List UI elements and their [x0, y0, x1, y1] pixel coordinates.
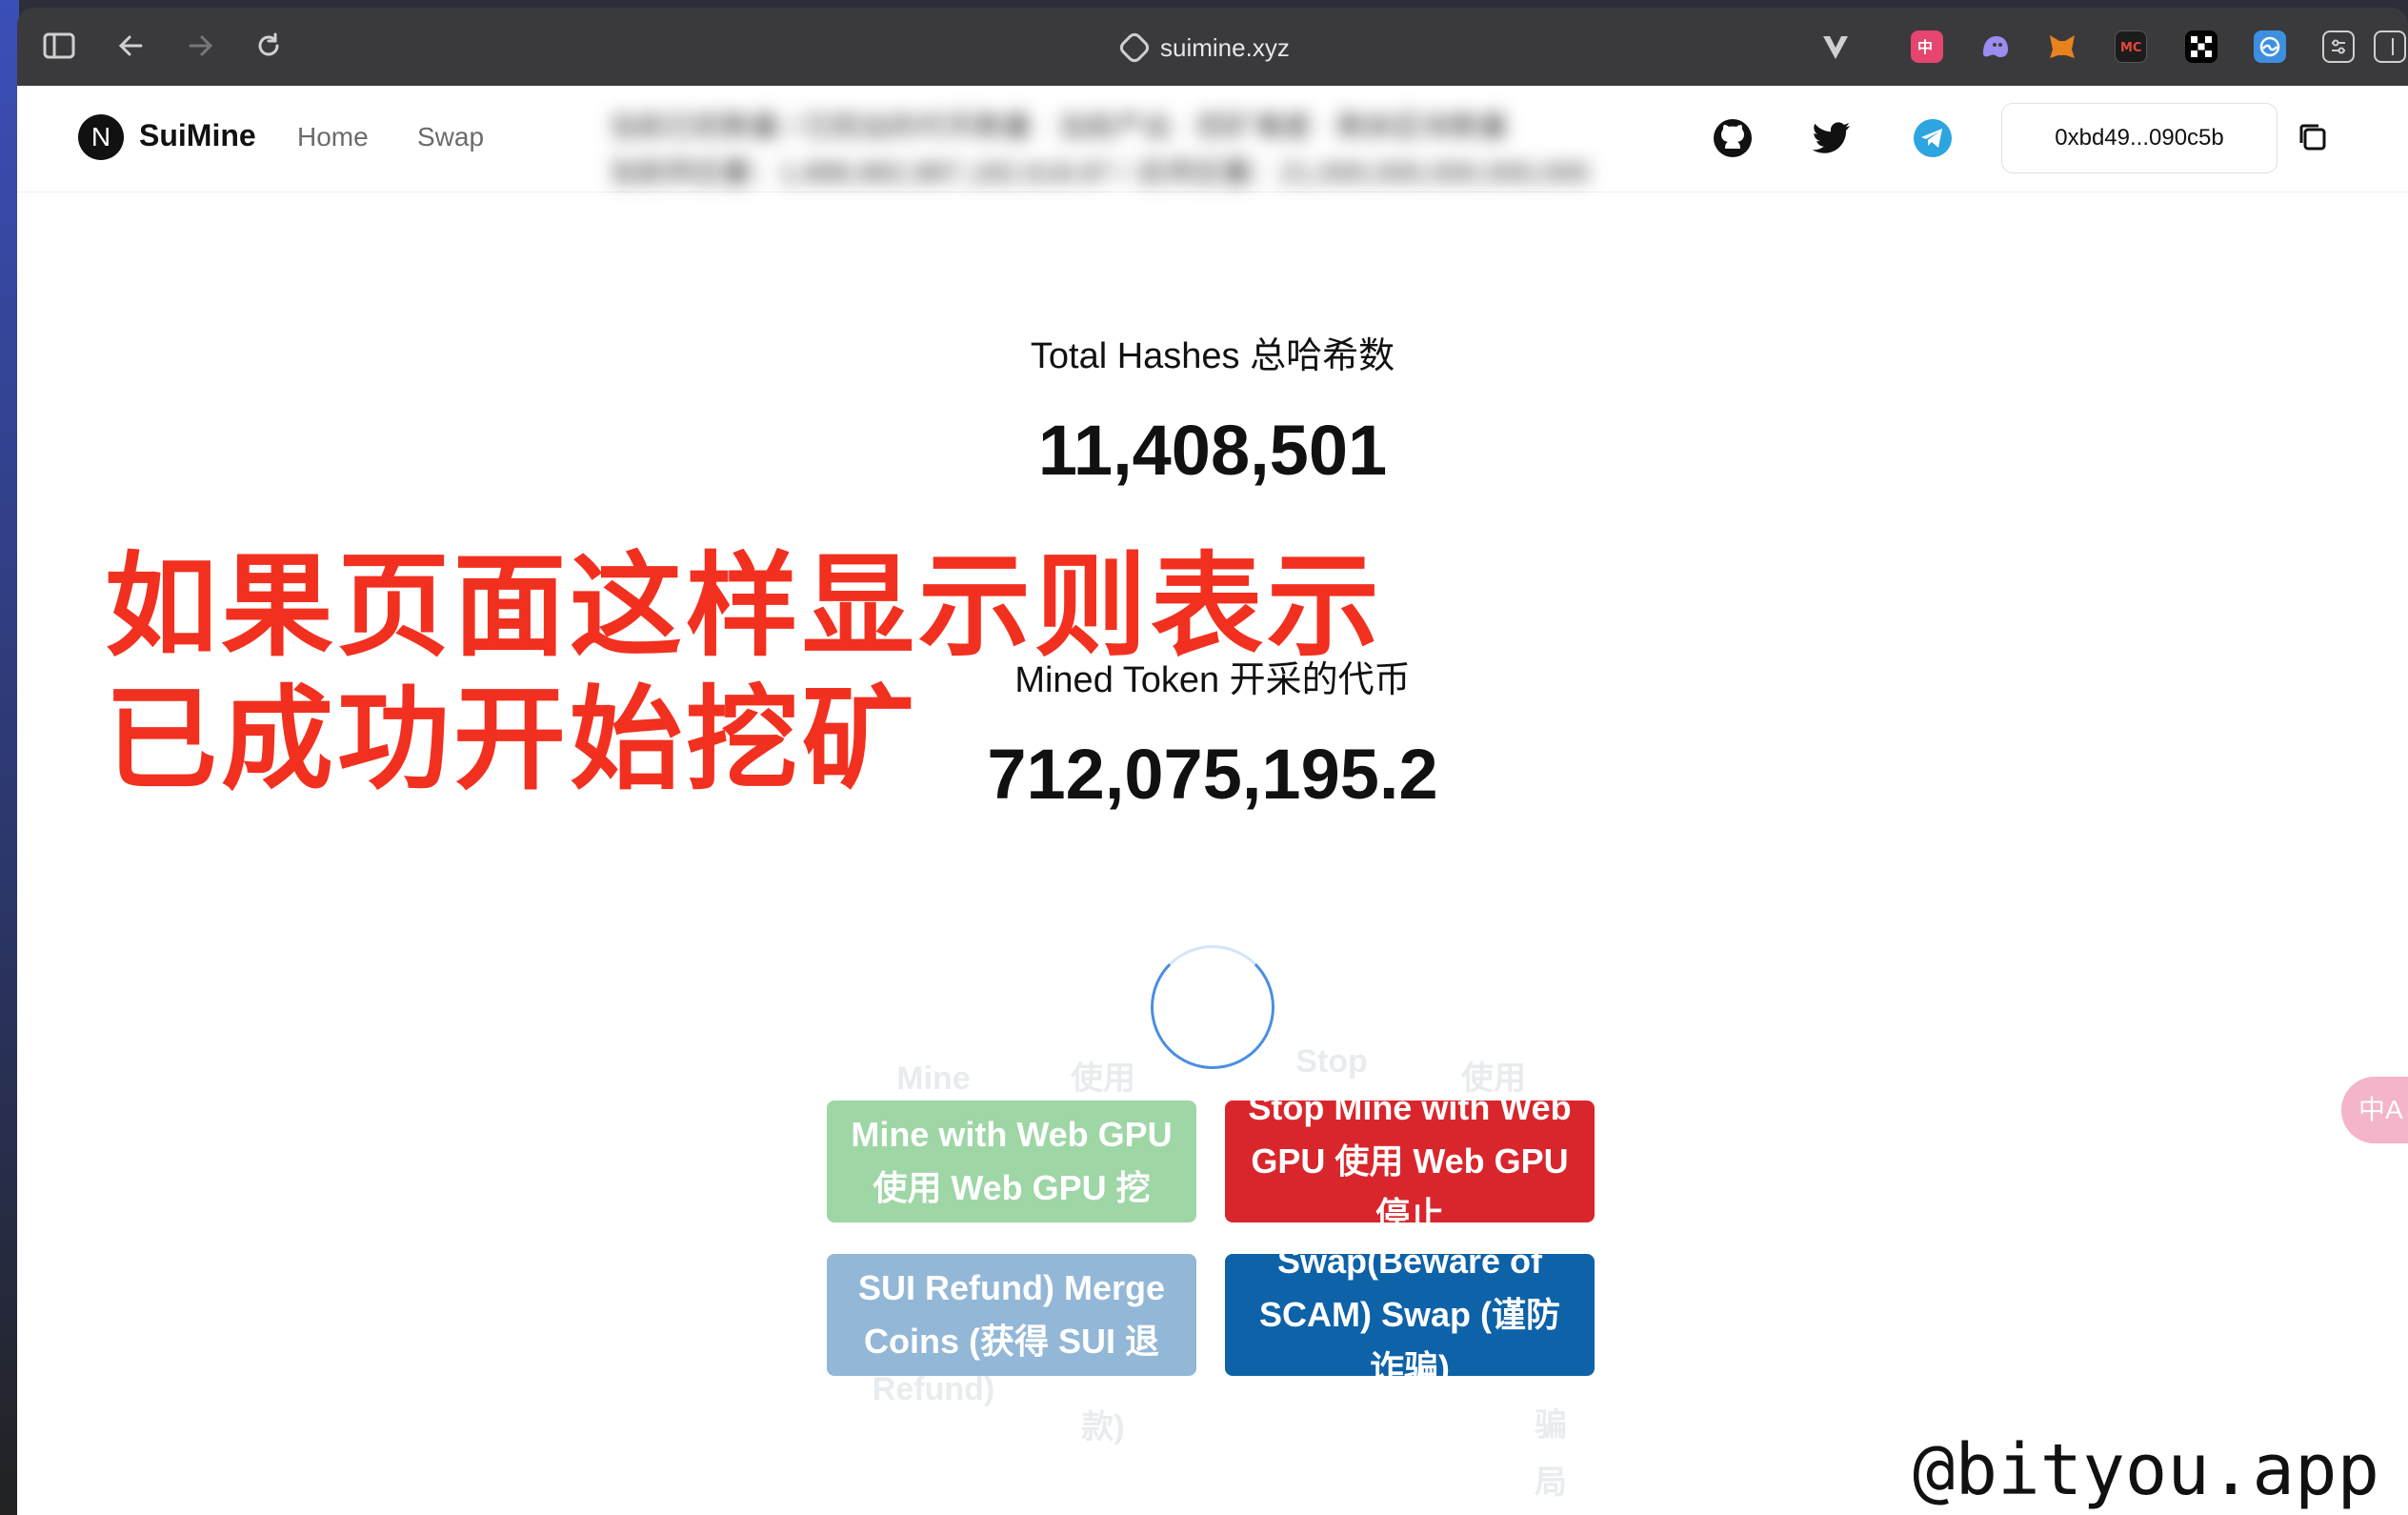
copy-icon[interactable]: [2294, 118, 2332, 156]
translate-ext-icon[interactable]: 中: [1911, 30, 1943, 63]
blurred-supply-info: 当前已挖数量 / 已挖出的代币数量 · 当前产出 · 挖矿难度 · 剩余区块数量…: [608, 105, 1846, 200]
stop-button-label: Stop Mine with Web GPU 使用 Web GPU 停止: [1248, 1101, 1572, 1222]
mine-with-webgpu-button[interactable]: Mine with Web GPU 使用 Web GPU 挖: [827, 1101, 1196, 1222]
metamask-icon[interactable]: [2046, 30, 2078, 63]
swap-button-label: Swap(Beware of SCAM) Swap (谨防诈骗): [1258, 1254, 1560, 1376]
merge-button-label: Merge Coins(Get SUI Refund) Merge Coins …: [857, 1268, 1165, 1376]
ghost-text-mine-cn: 使用: [1071, 1060, 1135, 1097]
browser-toolbar: suimine.xyz 中 MC: [17, 8, 2408, 86]
web-page: N SuiMine Home Swap 当前已挖数量 / 已挖出的代币数量 · …: [17, 86, 2408, 1515]
nav-link-swap[interactable]: Swap: [417, 122, 484, 152]
mine-button-label: Mine with Web GPU 使用 Web GPU 挖: [851, 1115, 1173, 1207]
ghost-text-stop: Stop: [1295, 1043, 1368, 1080]
site-navbar: N SuiMine Home Swap 当前已挖数量 / 已挖出的代币数量 · …: [17, 86, 2408, 192]
swap-button[interactable]: Swap(Beware of SCAM) Swap (谨防诈骗): [1225, 1254, 1595, 1376]
url-text: suimine.xyz: [1160, 32, 1290, 62]
vivaldi-v-icon[interactable]: [1819, 30, 1852, 63]
back-arrow-icon[interactable]: [112, 29, 150, 67]
loading-spinner: [1151, 945, 1274, 1069]
forward-arrow-icon[interactable]: [181, 29, 219, 67]
sidebar-toggle-icon[interactable]: [40, 29, 78, 67]
reload-icon[interactable]: [250, 29, 288, 67]
okx-icon[interactable]: [2185, 30, 2217, 63]
desktop-edge: [0, 0, 19, 1515]
blurred-line-1: 当前已挖数量 / 已挖出的代币数量 · 当前产出 · 挖矿难度 · 剩余区块数量: [608, 111, 1508, 143]
translate-widget[interactable]: 中A: [2341, 1077, 2408, 1143]
split-view-icon[interactable]: [2374, 30, 2406, 63]
wallet-address-button[interactable]: 0xbd49...090c5b: [2001, 103, 2278, 173]
annotation-line-2: 已成功开始挖矿: [105, 674, 919, 805]
svg-text:中: 中: [1917, 38, 1933, 56]
mc-ext-icon[interactable]: MC: [2115, 30, 2147, 63]
ghost-text-merge-cn: 款): [1081, 1409, 1125, 1445]
blurred-line-2: 当前供应量：1,888,882,887,182,618.87 / 总供应量：21…: [608, 157, 1590, 189]
total-hashes-label: Total Hashes 总哈希数: [1030, 336, 1395, 376]
wave-ext-icon[interactable]: [2254, 30, 2286, 63]
total-hashes-value: 11,408,501: [1037, 411, 1388, 490]
nav-link-home[interactable]: Home: [297, 122, 369, 152]
link-icon: [1116, 30, 1153, 66]
ghost-ext-icon[interactable]: [1979, 30, 2012, 63]
site-logo[interactable]: N: [78, 114, 124, 160]
settings-ext-icon[interactable]: [2322, 30, 2355, 63]
address-bar[interactable]: suimine.xyz: [1116, 27, 1290, 69]
merge-coins-button[interactable]: Merge Coins(Get SUI Refund) Merge Coins …: [827, 1254, 1196, 1376]
ghost-text-mine: Mine: [896, 1060, 971, 1097]
stop-mining-button[interactable]: Stop Mine with Web GPU 使用 Web GPU 停止: [1225, 1101, 1595, 1222]
twitter-icon[interactable]: [1810, 116, 1854, 160]
ghost-text-swap-cn: 骗局: [1535, 1407, 1567, 1501]
ghost-text-stop-cn: 使用: [1461, 1060, 1526, 1097]
github-icon[interactable]: [1711, 116, 1755, 160]
watermark-text: @bityou.app: [1913, 1429, 2380, 1511]
telegram-icon[interactable]: [1911, 116, 1955, 160]
site-brand[interactable]: SuiMine: [139, 118, 256, 153]
svg-text:MC: MC: [2120, 41, 2141, 55]
